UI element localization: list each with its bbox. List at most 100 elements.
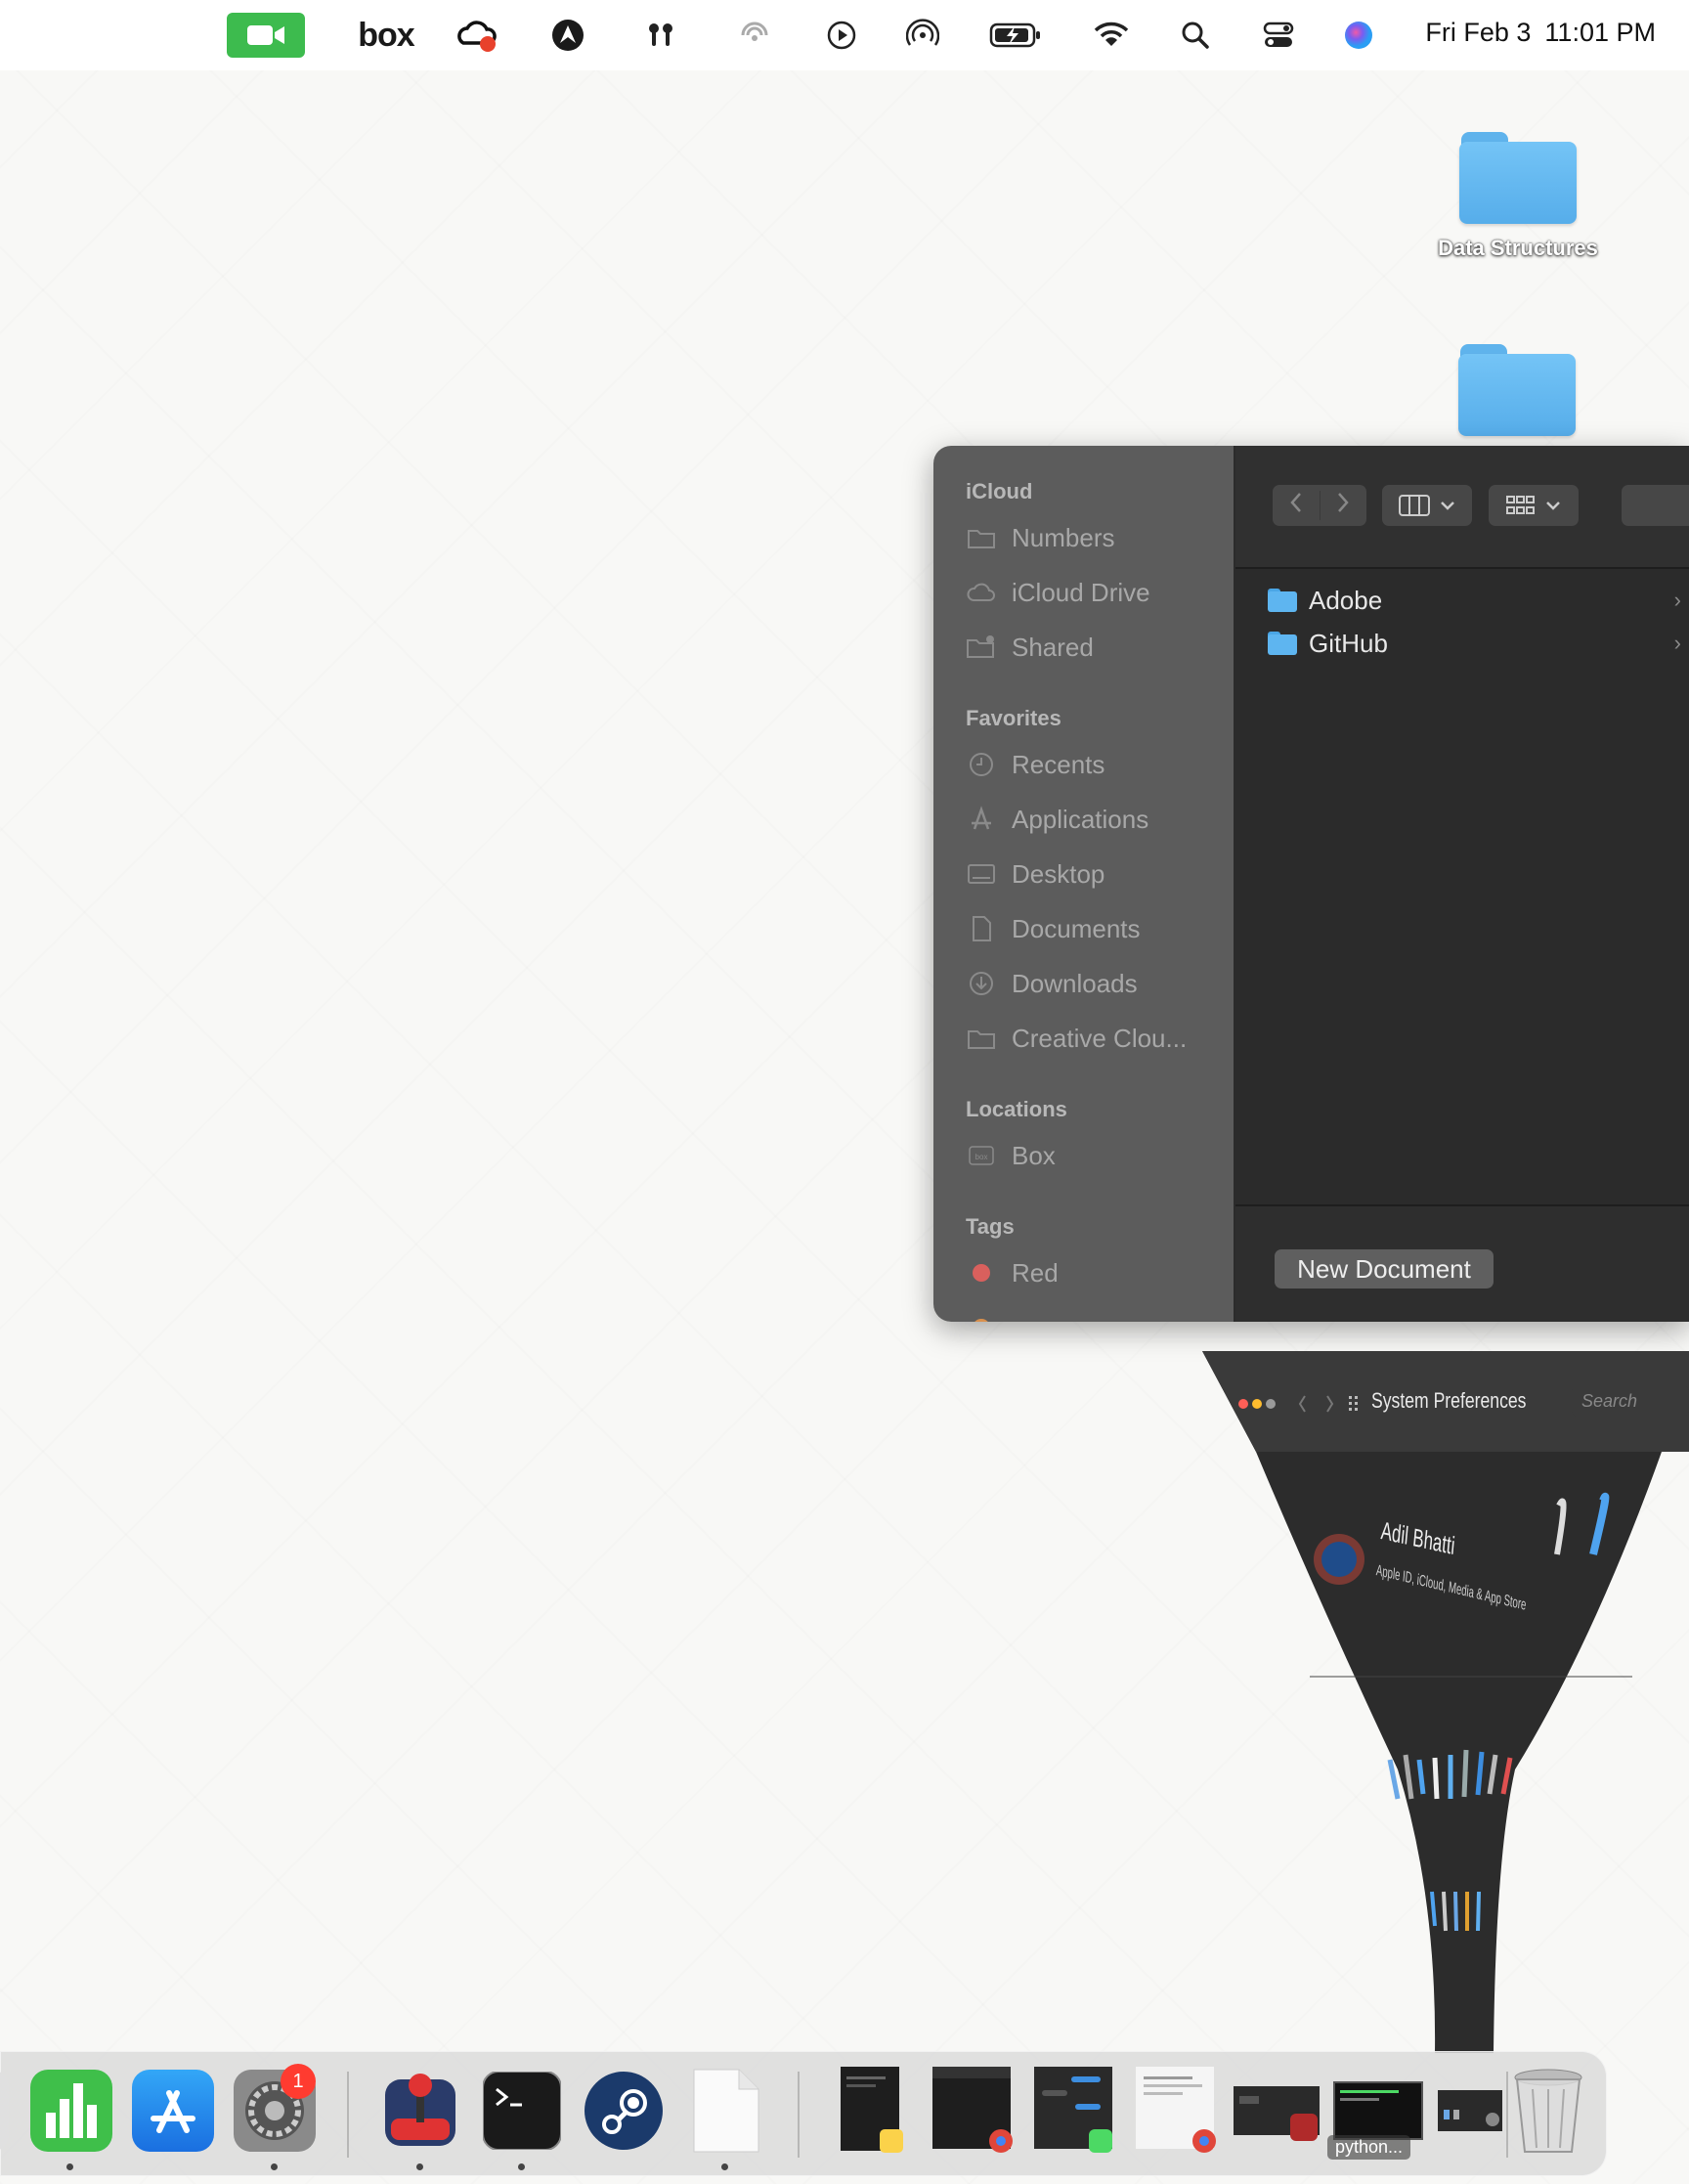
battery-icon[interactable] bbox=[987, 12, 1044, 59]
creative-cloud-icon[interactable] bbox=[454, 12, 500, 59]
box-drive-icon: box bbox=[966, 1142, 997, 1169]
dock-item-partial[interactable] bbox=[0, 2066, 9, 2156]
avast-icon[interactable] bbox=[547, 12, 588, 59]
sidebar-item-desktop[interactable]: Desktop bbox=[966, 854, 1104, 894]
applications-icon bbox=[966, 806, 997, 833]
numbers-app-icon[interactable] bbox=[28, 2066, 114, 2156]
wifi-icon[interactable] bbox=[1093, 12, 1130, 59]
folder-icon bbox=[1458, 344, 1576, 436]
view-mode-button[interactable] bbox=[1382, 485, 1472, 526]
sidebar-item-downloads[interactable]: Downloads bbox=[966, 964, 1138, 1003]
back-button[interactable] bbox=[1273, 491, 1321, 520]
running-indicator bbox=[518, 2163, 525, 2170]
trash-icon[interactable] bbox=[1504, 2066, 1592, 2156]
sidebar-item-shared[interactable]: Shared bbox=[966, 628, 1094, 667]
dialog-sidebar: iCloud Numbers iCloud Drive Shared Favor… bbox=[933, 446, 1235, 1322]
sidebar-item-numbers[interactable]: Numbers bbox=[966, 518, 1114, 557]
minimized-window-messages[interactable] bbox=[1030, 2066, 1116, 2156]
running-indicator bbox=[66, 2163, 73, 2170]
airpods-icon[interactable] bbox=[641, 12, 680, 59]
terminal-app-icon[interactable] bbox=[479, 2066, 565, 2156]
dialog-footer: New Document bbox=[1235, 1204, 1689, 1322]
sidebar-section-icloud: iCloud bbox=[966, 479, 1033, 503]
search-field[interactable]: Search bbox=[1572, 1384, 1689, 1418]
facetime-icon[interactable] bbox=[227, 13, 305, 58]
folder-icon bbox=[966, 524, 997, 551]
airdrop-icon[interactable] bbox=[904, 12, 941, 59]
grid-view-icon bbox=[1506, 496, 1535, 514]
menu-bar: box Fri Feb 3 11:01 PM bbox=[0, 0, 1689, 70]
dock-separator bbox=[798, 2072, 800, 2158]
running-indicator bbox=[416, 2163, 423, 2170]
sidebar-item-label: Creative Clou... bbox=[1012, 1023, 1188, 1053]
dialog-file-browser: Adobe › GitHub › New Document bbox=[1235, 446, 1689, 1322]
sidebar-item-icloud-drive[interactable]: iCloud Drive bbox=[966, 573, 1150, 612]
box-icon[interactable]: box bbox=[347, 12, 425, 59]
sidebar-item-label: Recents bbox=[1012, 749, 1105, 779]
location-popup-button[interactable] bbox=[1622, 485, 1689, 526]
menu-clock[interactable]: Fri Feb 3 11:01 PM bbox=[1411, 18, 1656, 48]
sidebar-section-locations: Locations bbox=[966, 1097, 1067, 1121]
siri-icon[interactable] bbox=[1341, 12, 1376, 59]
dock-separator bbox=[347, 2072, 349, 2158]
sidebar-item-applications[interactable]: Applications bbox=[966, 800, 1148, 839]
desktop-icon bbox=[966, 860, 997, 888]
system-preferences-genie-window: System Preferences Search Adil Bhatti Ap… bbox=[1202, 1349, 1689, 2053]
minimized-window-system-preferences[interactable] bbox=[1431, 2066, 1509, 2156]
clock-day: Fri Feb 3 bbox=[1425, 18, 1532, 47]
desktop-folder[interactable] bbox=[1419, 344, 1615, 436]
sidebar-item-label: Downloads bbox=[1012, 968, 1138, 998]
running-indicator bbox=[271, 2163, 278, 2170]
download-icon bbox=[966, 970, 997, 997]
chevron-down-icon bbox=[1546, 502, 1560, 510]
sidebar-item-label: Box bbox=[1012, 1140, 1056, 1170]
minimized-window-chrome[interactable] bbox=[929, 2066, 1015, 2156]
file-row-adobe[interactable]: Adobe › bbox=[1268, 581, 1689, 620]
desktop-folder-data-structures[interactable]: Data Structures bbox=[1420, 132, 1616, 261]
sidebar-item-label: Numbers bbox=[1012, 522, 1115, 552]
window-title: System Preferences bbox=[1371, 1388, 1527, 1413]
document-icon bbox=[966, 915, 997, 942]
joystick-app-icon[interactable] bbox=[377, 2066, 463, 2156]
sidebar-tag-red[interactable]: Red bbox=[966, 1253, 1059, 1292]
group-mode-button[interactable] bbox=[1489, 485, 1579, 526]
columns-view-icon bbox=[1399, 495, 1430, 516]
sidebar-item-creative-cloud[interactable]: Creative Clou... bbox=[966, 1019, 1187, 1058]
clock-time: 11:01 PM bbox=[1544, 18, 1656, 47]
folder-icon bbox=[1268, 589, 1297, 612]
sidebar-item-recents[interactable]: Recents bbox=[966, 745, 1104, 784]
sidebar-item-label: iCloud Drive bbox=[1012, 577, 1150, 607]
minimized-window-app[interactable] bbox=[1230, 2066, 1323, 2156]
app-store-icon[interactable] bbox=[130, 2066, 216, 2156]
file-name: GitHub bbox=[1309, 628, 1388, 658]
sidebar-tag-partial[interactable] bbox=[966, 1308, 1012, 1322]
blank-document-icon[interactable] bbox=[682, 2066, 768, 2156]
system-preferences-icon[interactable]: 1 bbox=[232, 2064, 318, 2156]
steam-app-icon[interactable] bbox=[581, 2066, 667, 2156]
sidebar-item-label: Red bbox=[1012, 1257, 1059, 1288]
media-play-icon[interactable] bbox=[824, 12, 859, 59]
sidebar-item-box[interactable]: box Box bbox=[966, 1136, 1056, 1175]
orange-tag-icon bbox=[966, 1314, 997, 1322]
chevron-right-icon: › bbox=[1673, 631, 1681, 655]
folder-icon bbox=[1268, 632, 1297, 655]
running-indicator bbox=[721, 2163, 728, 2170]
focus-icon[interactable] bbox=[735, 12, 774, 59]
control-center-icon[interactable] bbox=[1261, 12, 1296, 59]
notification-badge: 1 bbox=[281, 2064, 316, 2099]
genie-window-shape bbox=[1202, 1351, 1689, 2053]
dialog-toolbar bbox=[1235, 446, 1689, 569]
sidebar-section-favorites: Favorites bbox=[966, 706, 1061, 730]
spotlight-search-icon[interactable] bbox=[1179, 12, 1212, 59]
sidebar-item-documents[interactable]: Documents bbox=[966, 909, 1141, 948]
file-row-github[interactable]: GitHub › bbox=[1268, 624, 1689, 663]
sidebar-item-label: Desktop bbox=[1012, 858, 1105, 889]
sidebar-section-tags: Tags bbox=[966, 1214, 1015, 1239]
nav-back-forward bbox=[1273, 485, 1366, 526]
folder-icon bbox=[1459, 132, 1577, 224]
forward-button[interactable] bbox=[1321, 491, 1367, 520]
minimized-window-chrome-doc[interactable] bbox=[1132, 2066, 1218, 2156]
save-dialog: iCloud Numbers iCloud Drive Shared Favor… bbox=[933, 446, 1689, 1322]
minimized-window-notes[interactable] bbox=[827, 2066, 913, 2156]
new-document-button[interactable]: New Document bbox=[1275, 1249, 1494, 1289]
